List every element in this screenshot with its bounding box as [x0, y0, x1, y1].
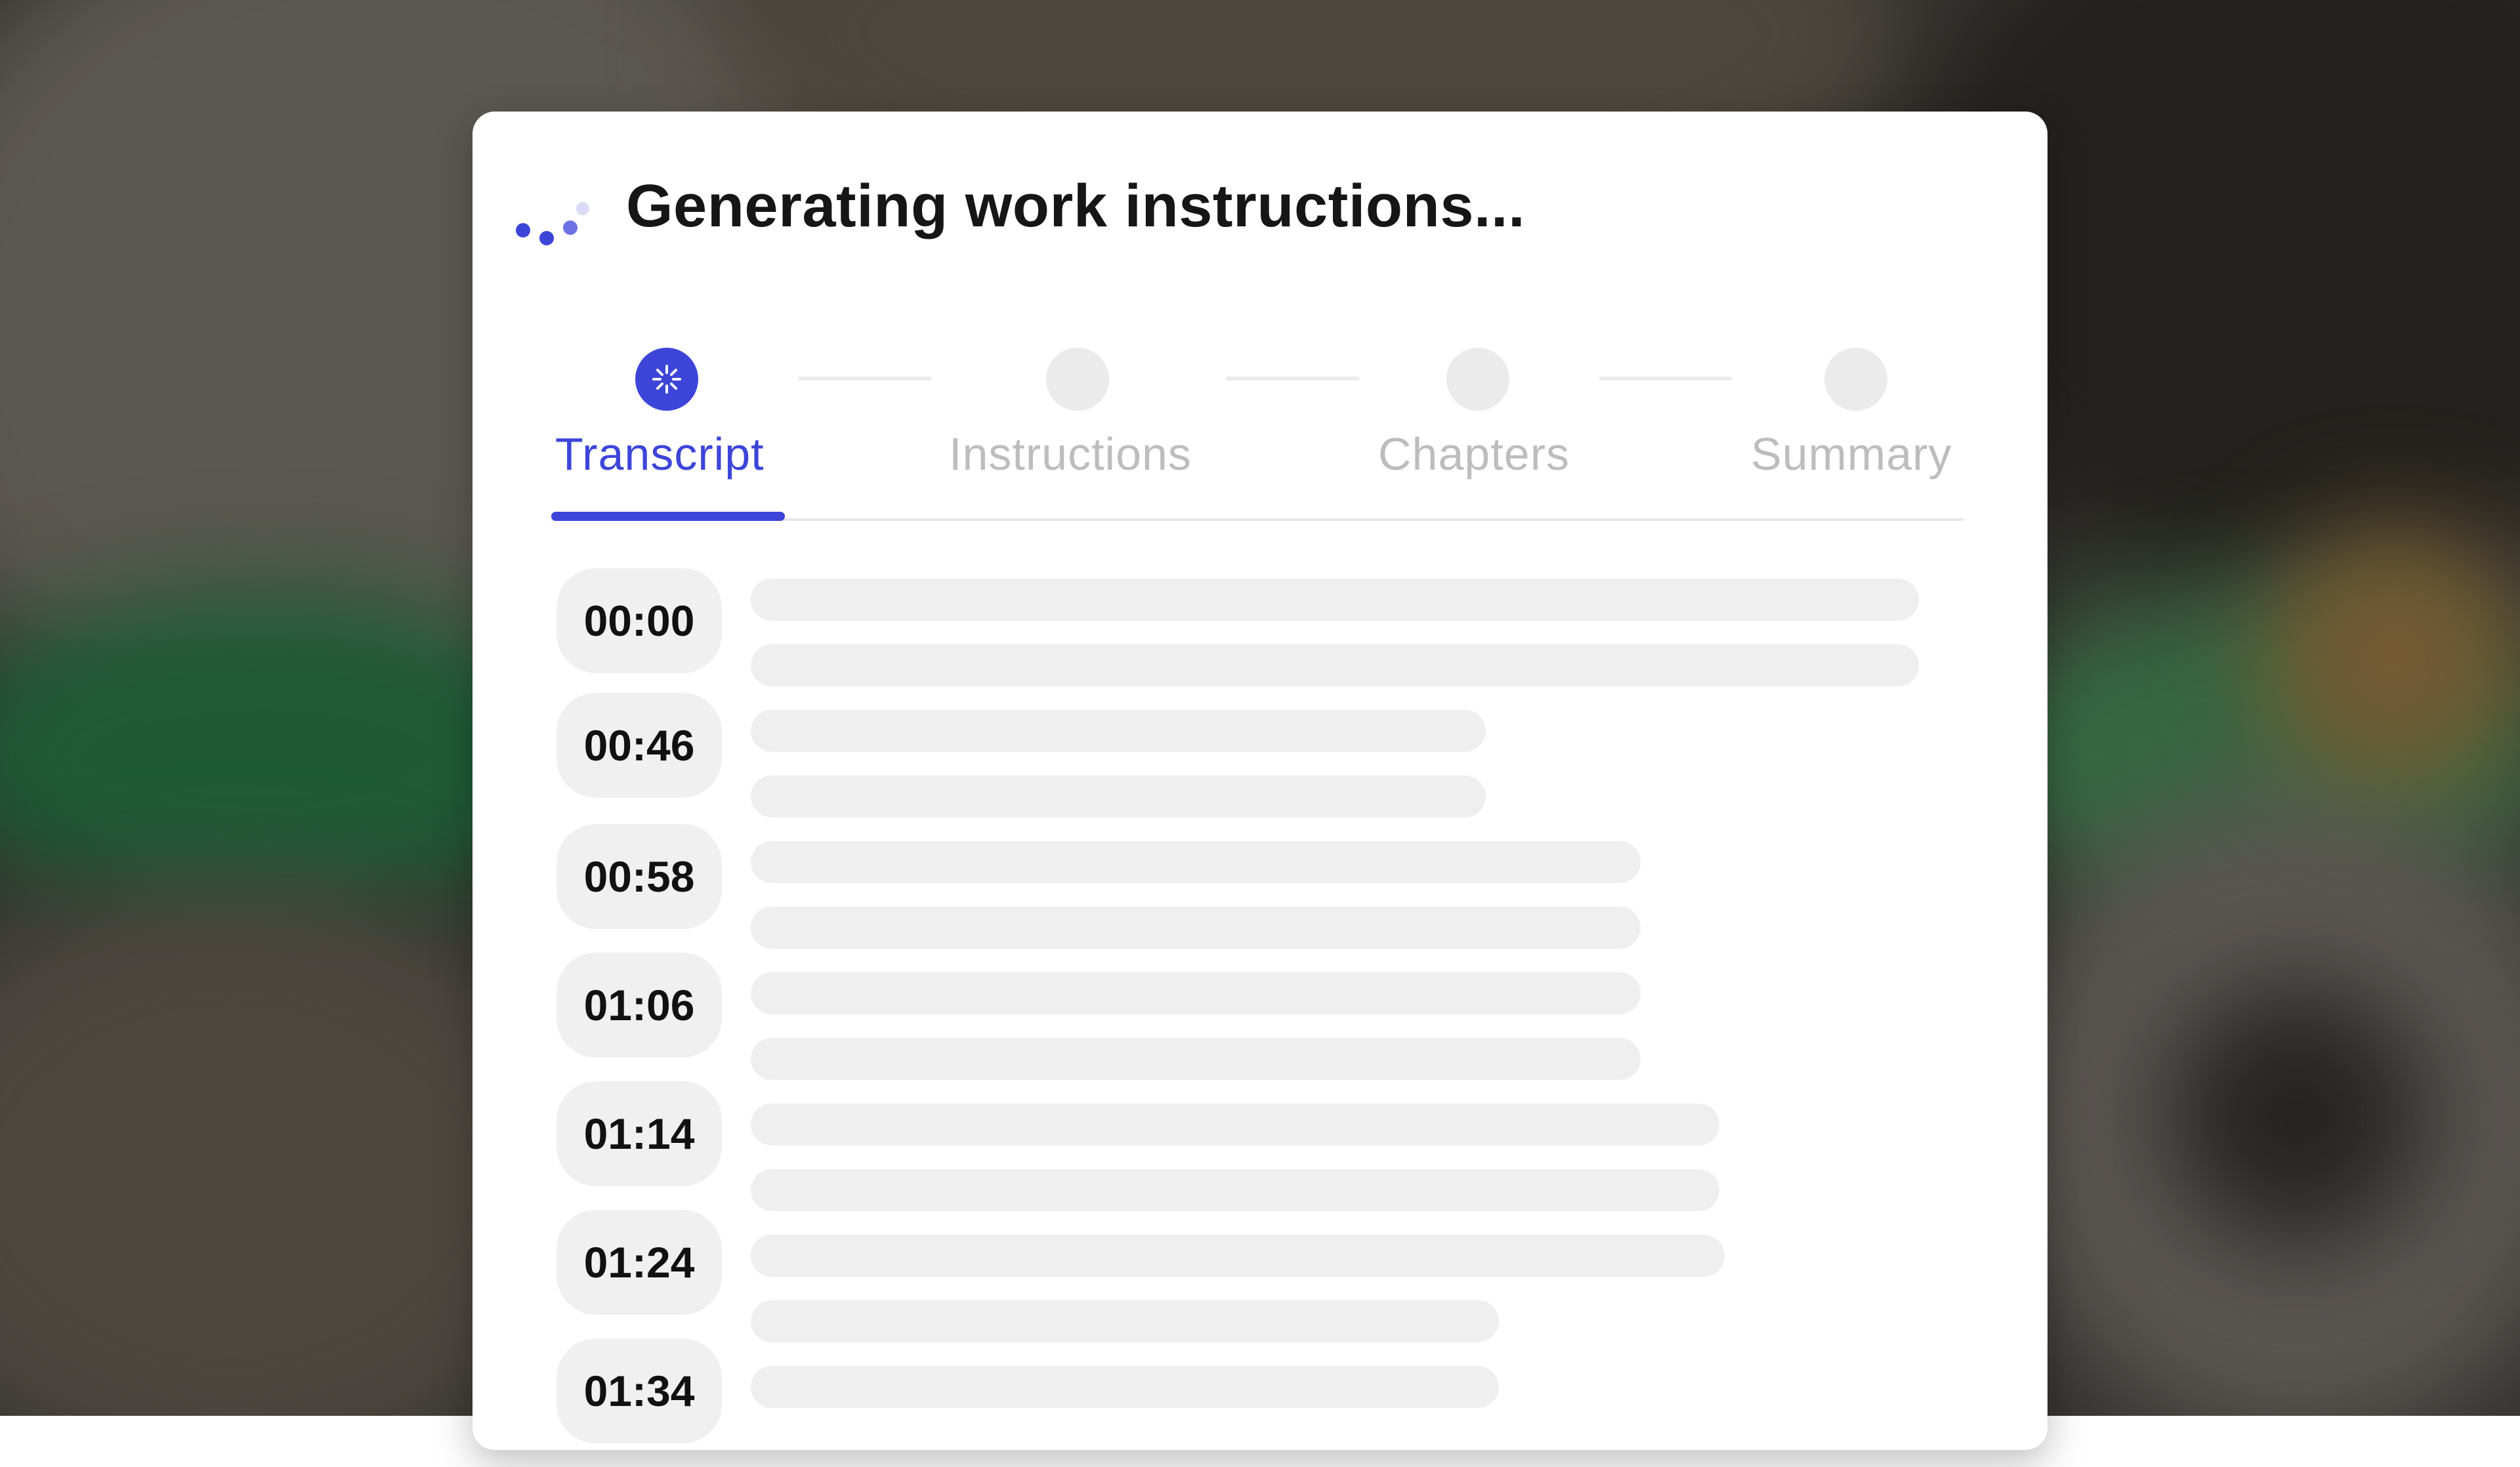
skeleton-line — [751, 972, 1641, 1014]
timestamp-pill[interactable]: 01:14 — [556, 1081, 722, 1186]
skeleton-line — [751, 841, 1641, 883]
transcript-row[interactable]: 00:00 — [556, 568, 1935, 697]
transcript-row[interactable]: 01:06 — [556, 953, 1935, 1081]
card-header: Generating work instructions... — [472, 112, 2048, 308]
skeleton-line — [751, 907, 1641, 949]
skeleton-line — [751, 644, 1919, 686]
page-title: Generating work instructions... — [626, 173, 1526, 239]
step-connector — [798, 377, 932, 381]
skeleton-line — [751, 1366, 1499, 1408]
timestamp-pill[interactable]: 01:34 — [556, 1338, 722, 1443]
skeleton-line — [751, 710, 1486, 752]
skeleton-line — [751, 775, 1486, 817]
tab-label-instructions: Instructions — [949, 428, 1192, 480]
skeleton-line — [751, 1104, 1719, 1146]
transcript-row[interactable]: 01:24 — [556, 1210, 1935, 1342]
timestamp-pill[interactable]: 01:06 — [556, 953, 722, 1058]
spinner-icon — [635, 348, 698, 411]
transcript-row[interactable]: 00:46 — [556, 693, 1935, 821]
step-connector — [1226, 377, 1360, 381]
active-tab-indicator — [551, 512, 785, 521]
tab-label-chapters: Chapters — [1378, 428, 1570, 480]
timestamp-pill[interactable]: 01:24 — [556, 1210, 722, 1315]
timestamp-pill[interactable]: 00:58 — [556, 824, 722, 929]
step-connector — [1599, 377, 1732, 381]
step-indicator-instructions — [1046, 348, 1109, 411]
skeleton-line — [751, 579, 1919, 621]
transcript-row[interactable]: 01:34 — [556, 1338, 1935, 1467]
step-indicator-summary — [1824, 348, 1887, 411]
step-indicator-chapters — [1446, 348, 1509, 411]
timestamp-pill[interactable]: 00:46 — [556, 693, 722, 798]
skeleton-line — [751, 1300, 1499, 1342]
timestamp-pill[interactable]: 00:00 — [556, 568, 722, 673]
three-dot-spinner-icon — [516, 197, 595, 262]
skeleton-line — [751, 1038, 1641, 1080]
skeleton-line — [751, 1235, 1725, 1277]
tab-label-summary: Summary — [1751, 428, 1952, 480]
transcript-row[interactable]: 01:14 — [556, 1081, 1935, 1211]
skeleton-line — [751, 1169, 1719, 1211]
tab-label-transcript: Transcript — [555, 428, 765, 480]
transcript-row[interactable]: 00:58 — [556, 824, 1935, 953]
